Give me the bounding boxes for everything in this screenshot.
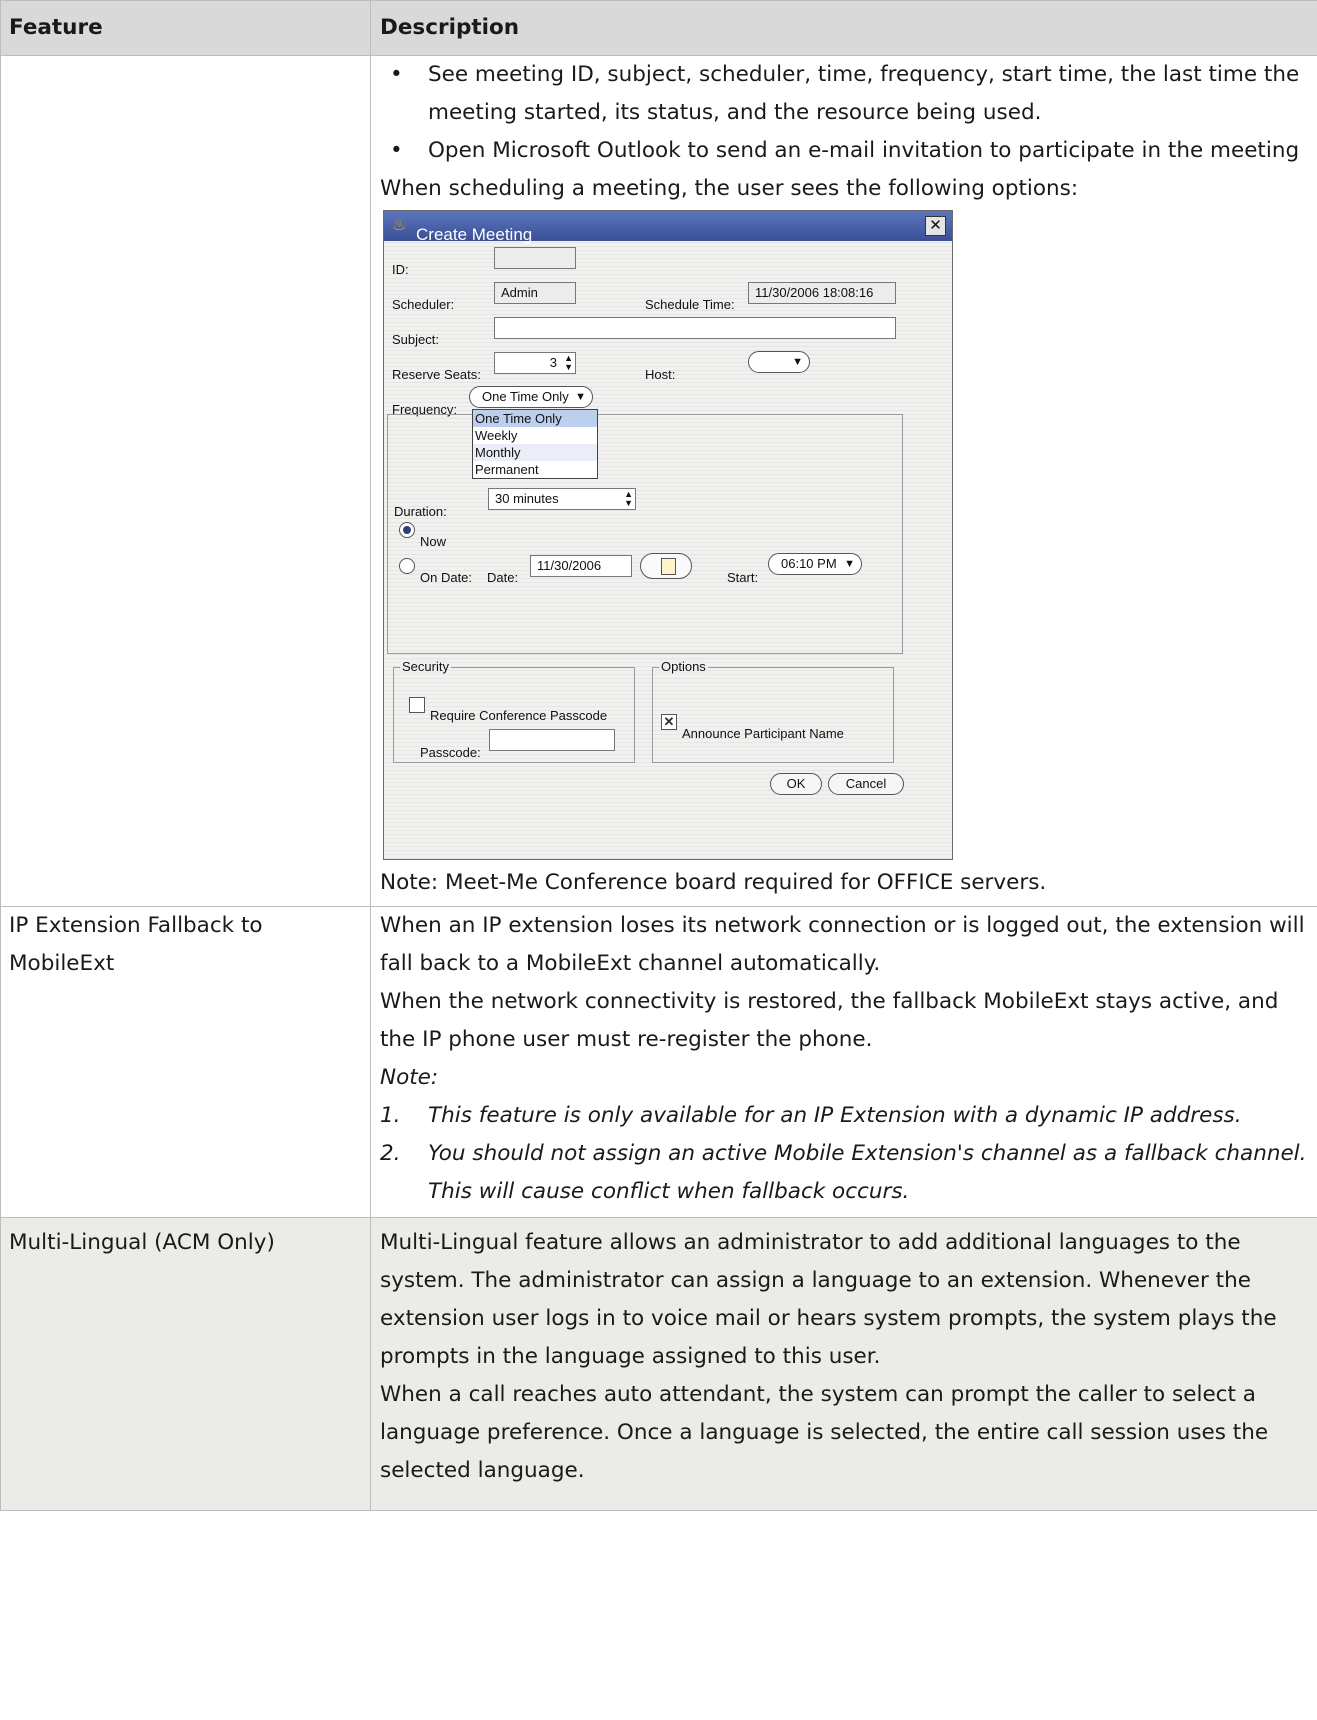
note-number: 2.: [380, 1141, 401, 1166]
header-feature: Feature: [0, 0, 371, 56]
spinner-arrows-icon[interactable]: ▲ ▼: [624, 490, 633, 508]
description-cell: When an IP extension loses its network c…: [370, 906, 1317, 1218]
date-label: Date:: [487, 570, 519, 585]
frequency-option[interactable]: One Time Only: [473, 410, 597, 427]
calendar-button[interactable]: [640, 553, 692, 579]
bullet-item: See meeting ID, subject, scheduler, time…: [390, 56, 1317, 132]
cancel-button[interactable]: Cancel: [828, 773, 904, 795]
scheduler-label: Scheduler:: [392, 297, 455, 312]
note-text: You should not assign an active Mobile E…: [428, 1141, 1307, 1204]
dialog-titlebar: ♨ Create Meeting ✕: [384, 211, 952, 244]
frequency-option[interactable]: Permanent: [473, 461, 597, 478]
spinner-arrows-icon[interactable]: ▲ ▼: [564, 354, 573, 372]
host-label: Host:: [645, 367, 676, 382]
schedule-time-field[interactable]: 11/30/2006 18:08:16: [748, 282, 896, 304]
reserve-seats-spinner[interactable]: 3 ▲ ▼: [494, 352, 576, 374]
note-label: Note:: [380, 1065, 439, 1090]
table-row: Multi-Lingual (ACM Only) Multi-Lingual f…: [0, 1217, 1317, 1511]
table-row: IP Extension Fallback to MobileExt When …: [0, 906, 1317, 1218]
description-paragraph: When the network connectivity is restore…: [380, 989, 1279, 1052]
start-time-combo[interactable]: 06:10 PM ▼: [768, 553, 862, 575]
frequency-dropdown-list: One Time Only Weekly Monthly Permanent: [472, 409, 598, 479]
start-time-value: 06:10 PM: [781, 556, 837, 571]
security-group: Security Require Conference Passcode Pas…: [393, 659, 635, 763]
id-label: ID:: [392, 262, 409, 277]
meet-me-note: Note: Meet-Me Conference board required …: [380, 870, 1047, 895]
document-page: Feature Description See meeting ID, subj…: [0, 0, 1317, 1511]
chevron-down-icon: ▼: [575, 391, 586, 403]
description-paragraph: When a call reaches auto attendant, the …: [380, 1382, 1269, 1483]
chevron-down-icon: ▼: [792, 356, 803, 368]
close-icon[interactable]: ✕: [925, 216, 946, 236]
schedule-panel: [387, 414, 903, 654]
description-paragraph: When an IP extension loses its network c…: [380, 913, 1305, 976]
on-date-label: On Date:: [420, 570, 473, 585]
options-legend: Options: [659, 659, 708, 675]
table-row: See meeting ID, subject, scheduler, time…: [0, 55, 1317, 907]
create-meeting-screenshot: ♨ Create Meeting ✕ ID: Scheduler: Admin …: [383, 210, 953, 860]
calendar-icon: [661, 558, 676, 575]
announce-checkbox[interactable]: ✕: [661, 714, 677, 730]
description-cell: Multi-Lingual feature allows an administ…: [370, 1217, 1317, 1511]
subject-label: Subject:: [392, 332, 439, 347]
subject-field[interactable]: [494, 317, 896, 339]
intro-text: When scheduling a meeting, the user sees…: [380, 176, 1079, 201]
feature-cell: [0, 55, 371, 907]
options-group: Options ✕ Announce Participant Name: [652, 659, 894, 763]
now-label: Now: [420, 534, 447, 549]
java-cup-icon: ♨: [392, 217, 407, 234]
passcode-field[interactable]: [489, 729, 615, 751]
frequency-value: One Time Only: [482, 389, 569, 404]
create-meeting-dialog: ♨ Create Meeting ✕ ID: Scheduler: Admin …: [383, 210, 953, 860]
note-list: 1. This feature is only available for an…: [380, 1097, 1317, 1217]
passcode-label: Passcode:: [420, 745, 481, 760]
now-radio[interactable]: [399, 522, 415, 538]
bullet-list: See meeting ID, subject, scheduler, time…: [380, 56, 1317, 170]
table-header-row: Feature Description: [0, 0, 1317, 56]
header-description: Description: [370, 0, 1317, 56]
on-date-radio[interactable]: [399, 558, 415, 574]
note-text: This feature is only available for an IP…: [428, 1103, 1242, 1128]
security-legend: Security: [400, 659, 451, 675]
start-label: Start:: [727, 570, 759, 585]
duration-field[interactable]: 30 minutes ▲ ▼: [488, 488, 636, 510]
id-field[interactable]: [494, 247, 576, 269]
bullet-item: Open Microsoft Outlook to send an e-mail…: [390, 132, 1317, 170]
feature-cell: IP Extension Fallback to MobileExt: [0, 906, 371, 1218]
description-cell: See meeting ID, subject, scheduler, time…: [370, 55, 1317, 907]
require-passcode-checkbox[interactable]: [409, 697, 425, 713]
feature-cell: Multi-Lingual (ACM Only): [0, 1217, 371, 1511]
host-combo[interactable]: ▼: [748, 351, 810, 373]
note-item: 1. This feature is only available for an…: [380, 1097, 1317, 1135]
duration-value: 30 minutes: [495, 491, 559, 506]
note-number: 1.: [380, 1103, 401, 1128]
reserve-seats-label: Reserve Seats:: [392, 367, 481, 382]
chevron-down-icon: ▼: [844, 558, 855, 570]
frequency-option[interactable]: Monthly: [473, 444, 597, 461]
announce-label: Announce Participant Name: [682, 726, 844, 741]
frequency-option[interactable]: Weekly: [473, 427, 597, 444]
date-field[interactable]: 11/30/2006: [530, 555, 632, 577]
note-item: 2. You should not assign an active Mobil…: [380, 1135, 1317, 1217]
reserve-seats-value: 3: [549, 355, 557, 370]
description-paragraph: Multi-Lingual feature allows an administ…: [380, 1230, 1277, 1369]
feature-table: Feature Description See meeting ID, subj…: [0, 0, 1317, 1511]
frequency-combo[interactable]: One Time Only ▼: [469, 386, 593, 408]
scheduler-field[interactable]: Admin: [494, 282, 576, 304]
ok-button[interactable]: OK: [770, 773, 822, 795]
